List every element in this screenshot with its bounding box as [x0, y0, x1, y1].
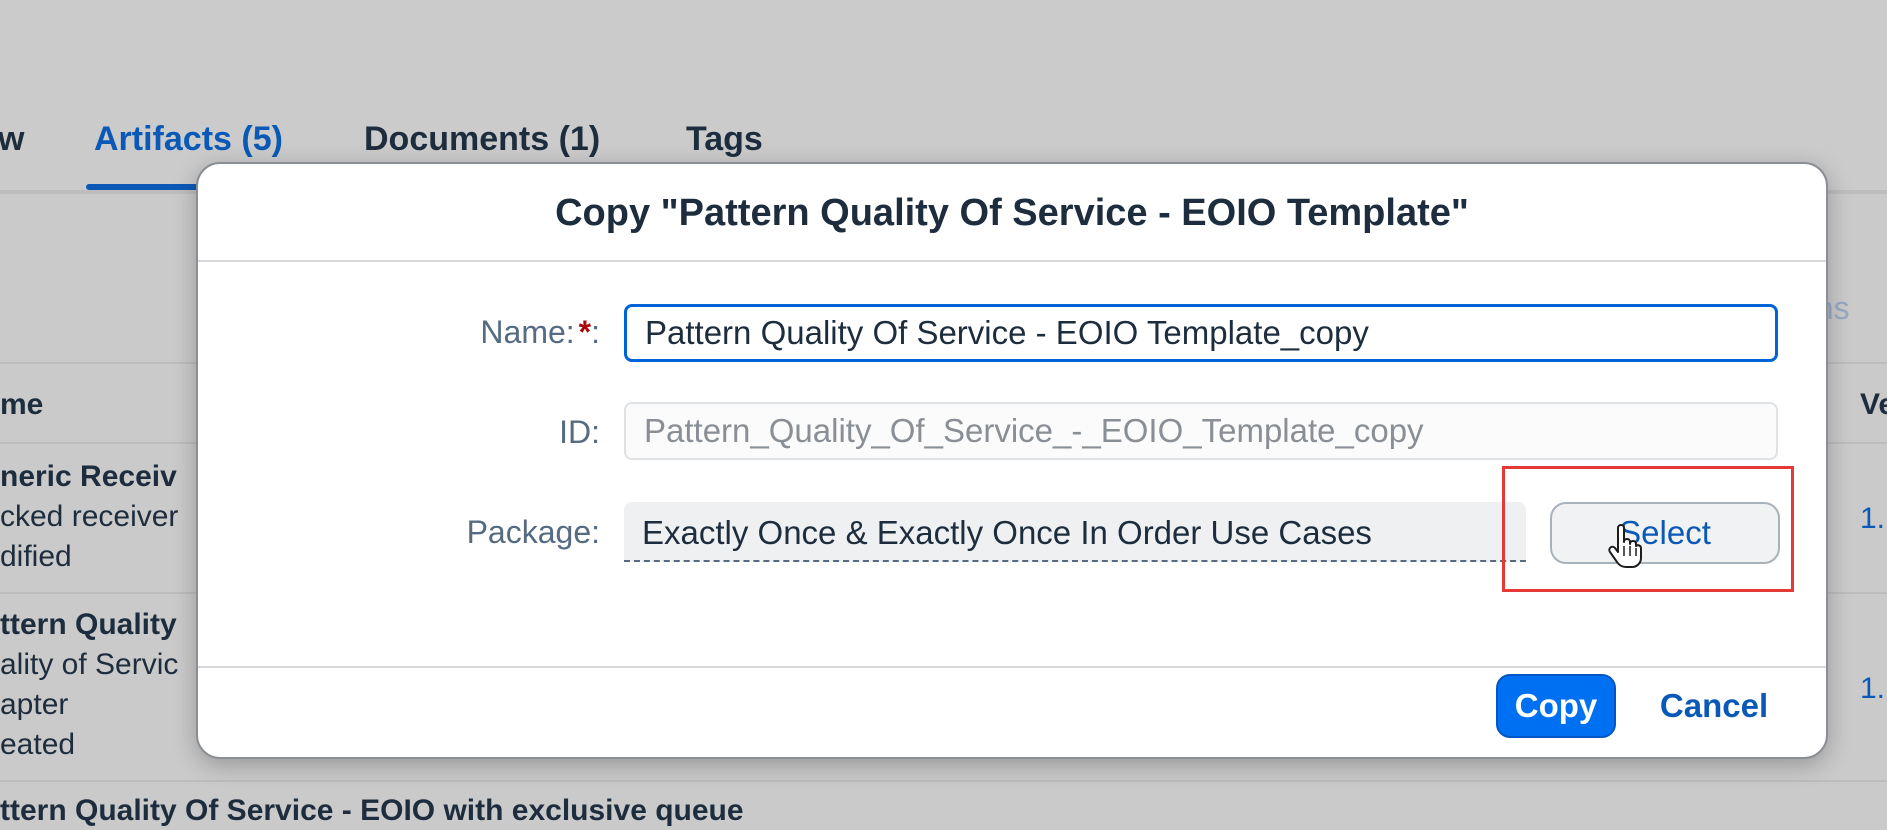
row-description: cked receiver: [0, 500, 179, 533]
dialog-footer-divider: [198, 666, 1826, 668]
package-label: Package:: [466, 514, 600, 550]
row-status: eated: [0, 728, 76, 761]
copy-button[interactable]: Copy: [1496, 674, 1616, 738]
name-label-colon: :: [591, 314, 600, 350]
row-status: dified: [0, 540, 72, 573]
id-label: ID:: [559, 414, 600, 450]
highlight-annotation: [1502, 466, 1794, 592]
row-title: neric Receiv: [0, 460, 177, 493]
tab-overview[interactable]: w: [0, 120, 24, 159]
hand-pointer-cursor-icon: [1608, 524, 1642, 568]
name-label-text: Name:: [480, 314, 575, 350]
column-header-version[interactable]: Ve: [1860, 388, 1887, 422]
row-type: apter: [0, 688, 69, 721]
table-divider: [0, 780, 1887, 782]
row-version[interactable]: 1.: [1860, 672, 1885, 706]
tab-documents[interactable]: Documents (1): [364, 120, 600, 159]
tab-tags[interactable]: Tags: [686, 120, 763, 159]
package-field: Exactly Once & Exactly Once In Order Use…: [624, 502, 1526, 562]
dialog-header-divider: [198, 260, 1826, 262]
column-header-name[interactable]: me: [0, 388, 43, 422]
row-description: ality of Servic: [0, 648, 179, 681]
row-title: ttern Quality Of Service - EOIO with exc…: [0, 794, 744, 827]
dialog-title: Copy "Pattern Quality Of Service - EOIO …: [555, 192, 1469, 234]
row-title: ttern Quality: [0, 608, 177, 641]
copy-dialog: Copy "Pattern Quality Of Service - EOIO …: [196, 162, 1828, 759]
name-input[interactable]: [624, 304, 1778, 362]
row-version[interactable]: 1.: [1860, 502, 1885, 536]
tab-artifacts[interactable]: Artifacts (5): [94, 120, 283, 159]
cancel-button[interactable]: Cancel: [1654, 674, 1774, 738]
name-label: Name: *:: [480, 314, 600, 351]
required-indicator: *: [578, 314, 592, 350]
id-input[interactable]: [624, 402, 1778, 460]
